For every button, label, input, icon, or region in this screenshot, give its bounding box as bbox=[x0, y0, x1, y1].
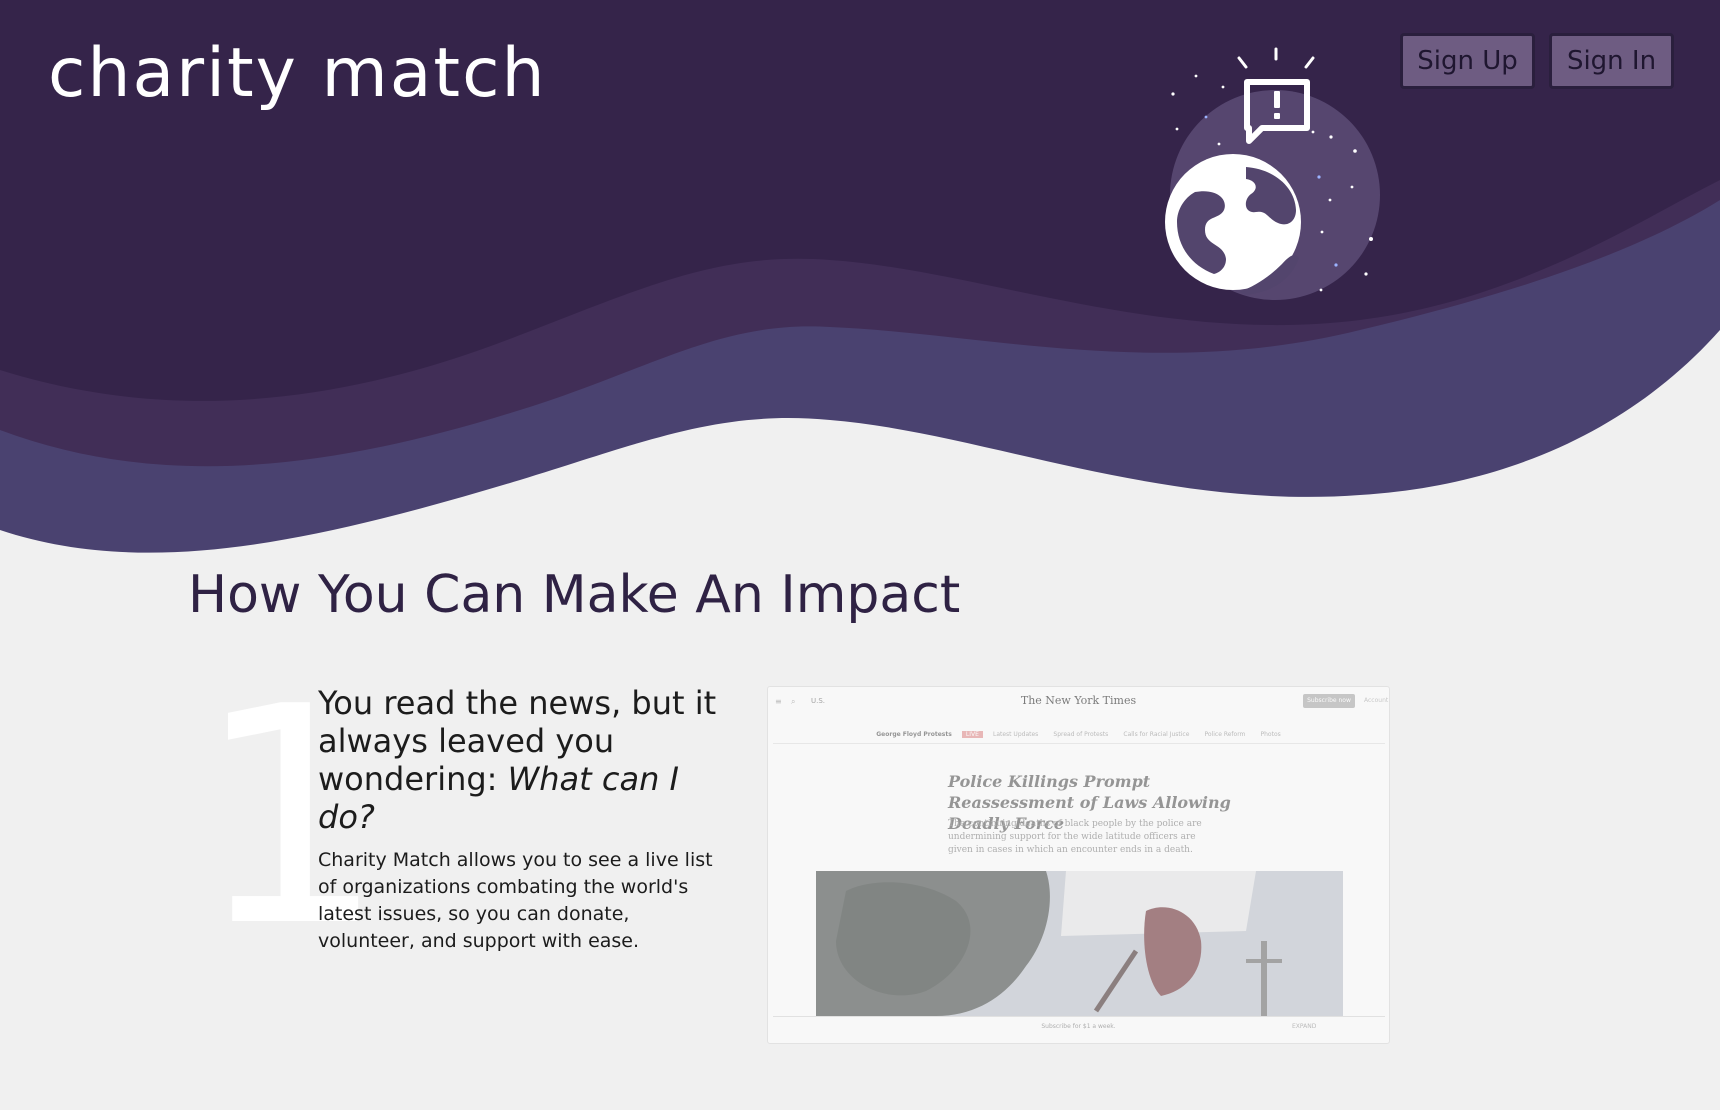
preview-topic: Calls for Racial Justice bbox=[1123, 731, 1190, 738]
alert-rays bbox=[1237, 47, 1315, 69]
news-article-preview: ≡ ⌕ U.S. The New York Times Subscribe no… bbox=[767, 686, 1390, 1044]
globe-news-illustration bbox=[1165, 47, 1380, 300]
preview-topic-main: George Floyd Protests bbox=[876, 731, 952, 738]
sign-in-button[interactable]: Sign In bbox=[1549, 33, 1674, 89]
preview-expand-link: EXPAND bbox=[1292, 1023, 1317, 1030]
preview-account-link: Account bbox=[1364, 697, 1389, 704]
preview-topic: Photos bbox=[1260, 731, 1281, 738]
preview-live-badge: LIVE bbox=[961, 731, 983, 738]
preview-masthead: The New York Times bbox=[1020, 694, 1137, 707]
preview-footer-divider bbox=[773, 1016, 1385, 1017]
step-description: Charity Match allows you to see a live l… bbox=[318, 849, 713, 952]
section-title: How You Can Make An Impact bbox=[188, 565, 961, 625]
preview-topic: Latest Updates bbox=[992, 731, 1039, 738]
step-heading: You read the news, but it always leaved … bbox=[318, 684, 728, 836]
landing-page: charity match Sign Up Sign In How You Ca… bbox=[0, 0, 1720, 1110]
preview-protest-photo bbox=[816, 871, 1343, 1016]
globe-icon bbox=[1165, 154, 1301, 295]
preview-subscribe-button: Subscribe now bbox=[1303, 694, 1355, 708]
sign-up-button[interactable]: Sign Up bbox=[1400, 33, 1535, 89]
preview-topic: Police Reform bbox=[1204, 731, 1246, 738]
preview-nav-bar: ≡ ⌕ U.S. The New York Times Subscribe no… bbox=[768, 687, 1389, 715]
preview-topic-bar: George Floyd Protests LIVE Latest Update… bbox=[768, 721, 1389, 738]
preview-topic: Spread of Protests bbox=[1053, 731, 1109, 738]
preview-summary: The continuing deaths of black people by… bbox=[948, 819, 1202, 855]
logo-wordmark[interactable]: charity match bbox=[48, 34, 547, 113]
preview-divider bbox=[773, 743, 1385, 744]
